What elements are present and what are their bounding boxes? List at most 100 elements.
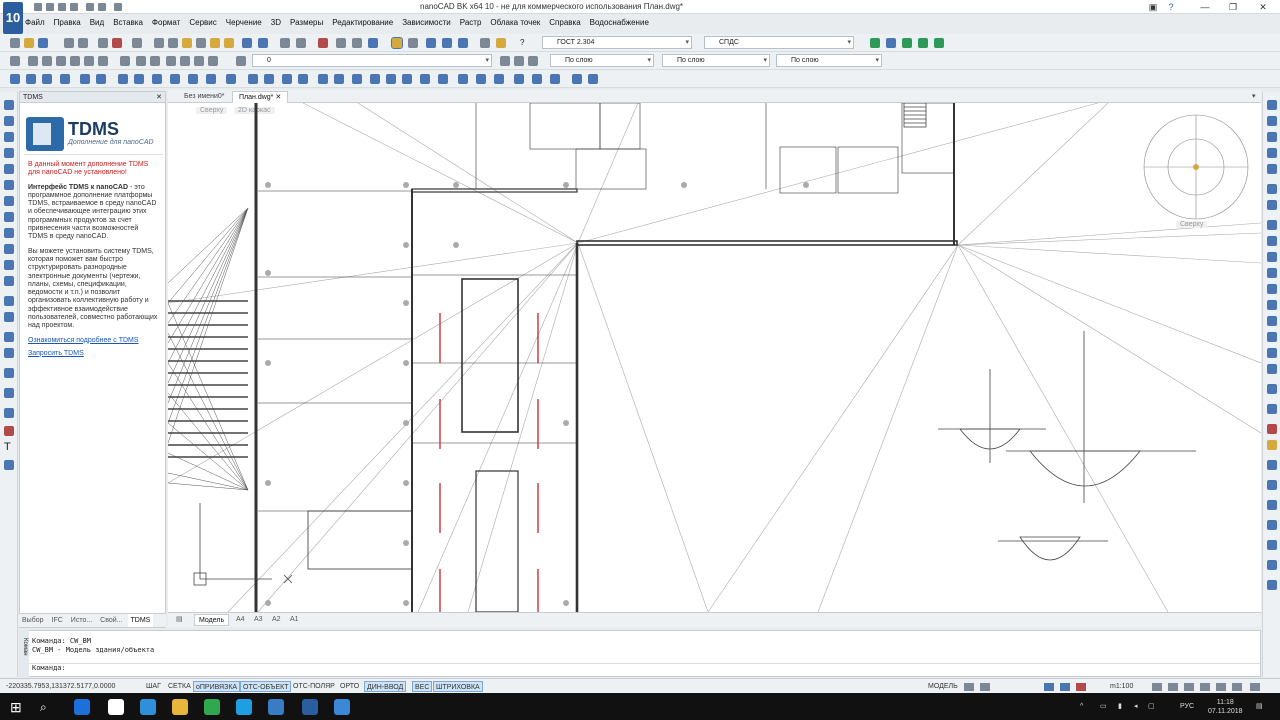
drawing-canvas[interactable]: Сверху 2D каркас Сверху xyxy=(168,103,1261,612)
rectangle-icon[interactable] xyxy=(4,164,14,174)
new-icon[interactable] xyxy=(10,38,20,48)
command-window[interactable]: Команда: CW_BM CW_BM - Модель здания/объ… xyxy=(19,630,1261,677)
section-icon[interactable] xyxy=(248,74,258,84)
dim-aligned-icon[interactable] xyxy=(1267,520,1277,530)
fillet-icon[interactable] xyxy=(1267,348,1277,358)
maximize-button[interactable]: ❐ xyxy=(1222,1,1244,13)
textstyle-select[interactable]: СПДС xyxy=(704,36,854,49)
undo-icon[interactable] xyxy=(242,38,252,48)
viewport-icon[interactable] xyxy=(420,74,430,84)
store-icon[interactable] xyxy=(140,699,156,715)
app-logo[interactable]: 10 xyxy=(3,2,23,34)
lineweight-toggle[interactable]: ВЕС xyxy=(412,681,433,692)
tdms-request-link[interactable]: Запросить TDMS xyxy=(28,350,159,357)
column-icon[interactable] xyxy=(26,74,36,84)
menu-dimensions[interactable]: Размеры xyxy=(290,16,323,30)
lineweight-select[interactable]: По слою xyxy=(776,54,882,67)
redo-icon[interactable] xyxy=(98,3,106,11)
menu-water-supply[interactable]: Водоснабжение xyxy=(590,16,649,30)
chamfer-icon[interactable] xyxy=(1267,332,1277,342)
ucs-view-icon[interactable] xyxy=(84,56,94,66)
ellipse-icon[interactable] xyxy=(4,228,14,238)
maximize-view-icon[interactable] xyxy=(980,683,990,691)
tray-volume-icon[interactable]: ◂ xyxy=(1134,693,1138,720)
spec-icon[interactable] xyxy=(370,74,380,84)
menu-edit[interactable]: Правка xyxy=(54,16,81,30)
pan-status-icon[interactable] xyxy=(1200,683,1210,691)
ucs-world-icon[interactable] xyxy=(42,56,52,66)
revcloud-icon[interactable] xyxy=(4,368,14,378)
ucs-icon[interactable] xyxy=(28,56,38,66)
menu-view[interactable]: Вид xyxy=(90,16,104,30)
xline-icon[interactable] xyxy=(4,132,14,142)
floor-icon[interactable] xyxy=(476,74,486,84)
window-icon[interactable] xyxy=(80,74,90,84)
search-icon[interactable]: ⌕ xyxy=(40,699,56,715)
move-icon[interactable] xyxy=(1267,184,1277,194)
model-check-icon[interactable] xyxy=(438,74,448,84)
plot-icon[interactable] xyxy=(132,38,142,48)
camera-icon[interactable] xyxy=(572,74,582,84)
polyline-icon[interactable] xyxy=(4,116,14,126)
print-icon[interactable] xyxy=(64,38,74,48)
space-icon[interactable] xyxy=(188,74,198,84)
render-icon[interactable] xyxy=(588,74,598,84)
preview-icon[interactable] xyxy=(78,38,88,48)
panel-close-icon[interactable]: ✕ xyxy=(156,92,162,103)
mark-icon[interactable] xyxy=(298,74,308,84)
tdms-more-link[interactable]: Ознакомиться подробнее с TDMS xyxy=(28,337,159,344)
lengthen-icon[interactable] xyxy=(1267,252,1277,262)
elevation-icon[interactable] xyxy=(264,74,274,84)
create-block-icon[interactable] xyxy=(4,260,14,270)
align-icon[interactable] xyxy=(1267,384,1277,394)
ortho-toggle[interactable]: ОРТО xyxy=(338,681,361,692)
otrack-toggle[interactable]: ОТС-ОБЪЕКТ xyxy=(240,681,292,692)
table-draw-icon[interactable] xyxy=(4,388,14,398)
zone-icon[interactable] xyxy=(206,74,216,84)
zoom-previous-icon[interactable] xyxy=(352,38,362,48)
frame-icon[interactable] xyxy=(402,74,412,84)
edge-icon[interactable] xyxy=(74,699,90,715)
copy-obj-icon[interactable] xyxy=(1267,116,1277,126)
dim-radius-icon[interactable] xyxy=(1267,560,1277,570)
close-button[interactable]: ✕ xyxy=(1252,1,1274,13)
snap-icon[interactable] xyxy=(10,56,20,66)
point-icon[interactable] xyxy=(4,276,14,286)
explode-icon[interactable] xyxy=(1267,364,1277,374)
railing-icon[interactable] xyxy=(134,74,144,84)
checkbox-icon[interactable] xyxy=(550,74,560,84)
workspace-icon[interactable] xyxy=(1152,683,1162,691)
layer-walk-icon[interactable] xyxy=(514,56,524,66)
offset-icon[interactable] xyxy=(1267,148,1277,158)
annotation-scale[interactable]: m1:100 xyxy=(1108,681,1135,692)
nanocad-taskbar-icon[interactable] xyxy=(268,699,284,715)
minimize-button[interactable]: — xyxy=(1194,1,1216,13)
zoom-extents-icon[interactable] xyxy=(336,38,346,48)
lock-icon[interactable] xyxy=(1168,683,1178,691)
layer-manager-icon[interactable] xyxy=(458,38,468,48)
stamp-icon[interactable] xyxy=(386,74,396,84)
start-icon[interactable]: ⊞ xyxy=(10,699,26,715)
import-icon[interactable] xyxy=(918,38,928,48)
panel-tab-history[interactable]: Исто... xyxy=(68,614,95,627)
panel-tab-tdms[interactable]: TDMS xyxy=(127,614,154,627)
properties-icon[interactable] xyxy=(391,37,403,49)
edit-text-icon[interactable] xyxy=(1267,460,1277,470)
quickcalc-icon[interactable] xyxy=(496,38,506,48)
trim-icon[interactable] xyxy=(1267,268,1277,278)
zoom-realtime-icon[interactable] xyxy=(296,38,306,48)
export-icon[interactable] xyxy=(902,38,912,48)
dim-angular-icon[interactable] xyxy=(1267,540,1277,550)
ucs-origin-icon[interactable] xyxy=(56,56,66,66)
color-select[interactable]: По слою xyxy=(550,54,654,67)
annotation-autoscale-icon[interactable] xyxy=(1060,683,1070,691)
tray-notify-icon[interactable]: ▢ xyxy=(1148,693,1155,720)
break-icon[interactable] xyxy=(1267,300,1277,310)
menu-constraints[interactable]: Зависимости xyxy=(402,16,451,30)
layout-tab-a2[interactable]: А2 xyxy=(268,614,285,626)
menu-format[interactable]: Формат xyxy=(152,16,180,30)
new-file-icon[interactable] xyxy=(34,3,42,11)
leader-icon[interactable] xyxy=(334,74,344,84)
brush-icon[interactable] xyxy=(224,38,234,48)
print-icon[interactable] xyxy=(70,3,78,11)
